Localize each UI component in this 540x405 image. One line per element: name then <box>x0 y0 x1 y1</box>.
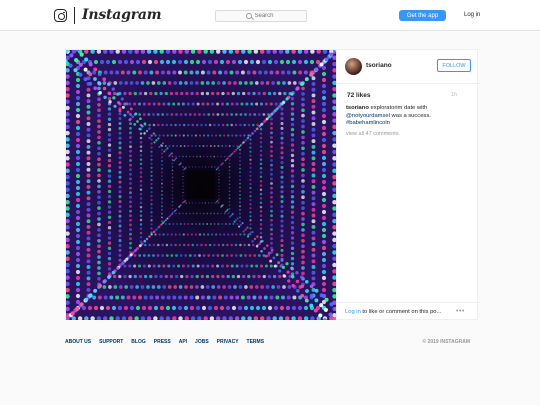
get-the-app-button[interactable]: Get the app <box>399 10 446 21</box>
login-to-comment-link[interactable]: Log in <box>345 309 361 315</box>
login-prompt-text: to like or comment on this po... <box>360 309 442 315</box>
search-box[interactable] <box>215 10 307 22</box>
avatar[interactable] <box>345 58 362 75</box>
search-input[interactable] <box>254 13 277 19</box>
page-footer: ABOUT US SUPPORT BLOG PRESS API JOBS PRI… <box>65 339 470 349</box>
copyright: © 2019 INSTAGRAM <box>422 339 471 345</box>
caption-text-1: exploratorim date with <box>368 105 428 111</box>
infinity-mirror-photo <box>66 50 336 320</box>
more-options-icon[interactable]: ••• <box>456 308 465 315</box>
login-prompt: Log in to like or comment on this po... <box>345 309 441 315</box>
likes-count[interactable]: 72 likes <box>347 92 371 99</box>
post-username[interactable]: tsoriano <box>366 62 392 69</box>
footer-link-privacy[interactable]: PRIVACY <box>217 339 239 345</box>
caption-text-2: was a success. <box>389 112 431 119</box>
log-in-link[interactable]: Log in <box>464 12 480 18</box>
instagram-camera-icon[interactable] <box>54 9 67 22</box>
footer-links: ABOUT US SUPPORT BLOG PRESS API JOBS PRI… <box>65 339 264 345</box>
post-time: 1h <box>451 92 458 98</box>
view-all-comments-link[interactable]: view all 47 comments <box>346 131 399 137</box>
post-photo[interactable] <box>66 50 336 320</box>
footer-link-about[interactable]: ABOUT US <box>65 339 91 345</box>
search-icon <box>245 13 252 19</box>
caption-hashtag-link[interactable]: #babehamlincoln <box>346 120 390 126</box>
caption-username[interactable]: tsoriano <box>346 105 369 111</box>
post-caption: tsoriano exploratorim date with @notyour… <box>346 105 471 128</box>
footer-link-blog[interactable]: BLOG <box>131 339 145 345</box>
post-card: tsoriano FOLLOW 72 likes 1h tsoriano exp… <box>65 49 480 320</box>
top-navigation-bar: Instagram Get the app Log in <box>0 0 540 31</box>
post-header: tsoriano FOLLOW <box>337 50 480 84</box>
post-sidebar: tsoriano FOLLOW 72 likes 1h tsoriano exp… <box>336 50 480 320</box>
footer-link-jobs[interactable]: JOBS <box>195 339 209 345</box>
footer-link-api[interactable]: API <box>179 339 187 345</box>
post-footer: Log in to like or comment on this po... … <box>337 302 480 320</box>
footer-link-support[interactable]: SUPPORT <box>99 339 123 345</box>
logo-divider <box>74 7 75 24</box>
follow-button[interactable]: FOLLOW <box>437 59 471 72</box>
footer-link-press[interactable]: PRESS <box>154 339 171 345</box>
instagram-wordmark-logo[interactable]: Instagram <box>82 7 162 23</box>
caption-mention-link[interactable]: @notyourdamsel <box>346 113 390 119</box>
footer-link-terms[interactable]: TERMS <box>247 339 265 345</box>
